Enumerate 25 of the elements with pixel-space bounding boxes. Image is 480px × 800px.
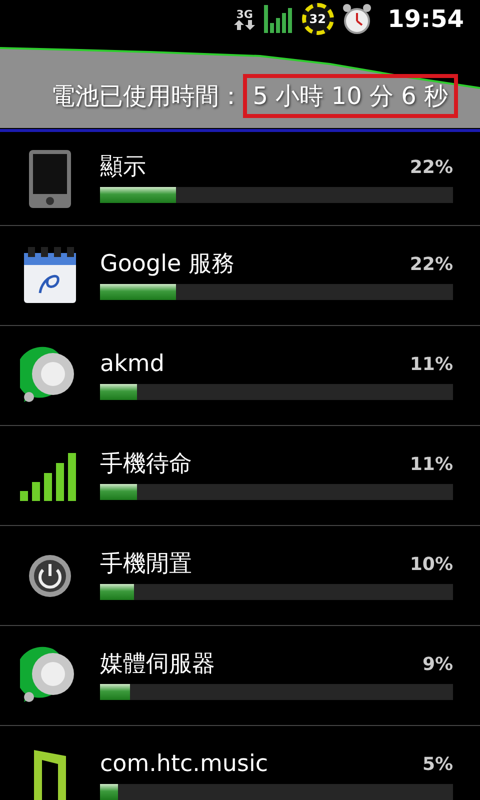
phone-icon xyxy=(28,148,72,208)
usage-percent: 11% xyxy=(410,353,453,377)
alarm-clock-icon xyxy=(342,3,372,35)
usage-label: 電池已使用時間： xyxy=(50,81,243,112)
usage-name: 媒體伺服器 xyxy=(100,650,215,678)
usage-name: akmd xyxy=(100,350,164,378)
data-arrows-icon xyxy=(234,20,256,30)
usage-name: 手機待命 xyxy=(100,450,192,478)
signal-icon xyxy=(264,5,294,33)
usage-percent: 5% xyxy=(422,753,453,777)
usage-name: 手機閒置 xyxy=(100,550,192,578)
usage-percent: 22% xyxy=(410,156,453,180)
usage-percent: 10% xyxy=(410,553,453,577)
usage-percent: 22% xyxy=(410,253,453,277)
clock-time: 19:54 xyxy=(388,4,464,35)
usage-name: com.htc.music xyxy=(100,750,268,778)
usage-name: Google 服務 xyxy=(100,250,234,278)
highlighted-duration: 5 小時 10 分 6 秒 xyxy=(242,74,458,118)
calendar-icon xyxy=(22,246,78,304)
usage-percent: 11% xyxy=(410,453,453,477)
network-type: 3G xyxy=(236,8,253,20)
usage-percent: 9% xyxy=(422,653,453,677)
battery-indicator: 32 xyxy=(302,3,334,35)
usage-name: 顯示 xyxy=(100,154,146,182)
power-icon xyxy=(28,554,72,598)
